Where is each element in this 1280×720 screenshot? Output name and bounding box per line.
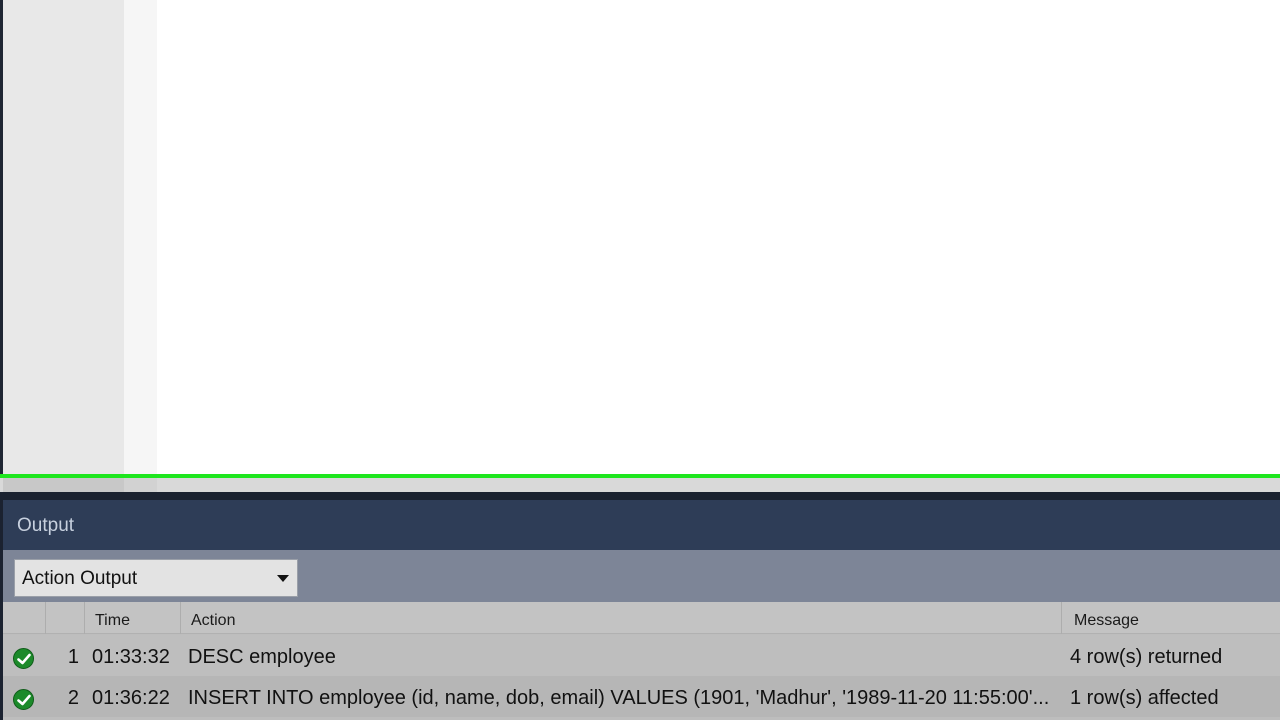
success-check-icon: [13, 689, 34, 710]
output-panel-header: Output: [0, 500, 1280, 550]
table-row[interactable]: 1 01:33:32 DESC employee 4 row(s) return…: [3, 635, 1280, 676]
row-number: 2: [67, 687, 79, 709]
panel-separator: [0, 492, 1280, 500]
scrollbar-fold-segment: [124, 478, 157, 492]
row-message: 4 row(s) returned: [1070, 646, 1223, 668]
column-separator[interactable]: [180, 602, 181, 634]
success-check-icon: [13, 648, 34, 669]
action-output-dropdown-label: Action Output: [22, 568, 138, 589]
column-separator[interactable]: [84, 602, 85, 634]
output-panel-title: Output: [17, 515, 75, 536]
row-time: 01:33:32: [92, 646, 170, 668]
column-separator[interactable]: [1061, 602, 1062, 634]
row-time: 01:36:22: [92, 687, 170, 709]
column-header-time[interactable]: Time: [95, 612, 130, 630]
row-number: 1: [67, 646, 79, 668]
workbench-window: Output Action Output Time Action Message…: [0, 0, 1280, 720]
output-toolbar: Action Output: [0, 550, 1280, 602]
editor-fold-gutter: [124, 0, 157, 476]
table-row[interactable]: 2 01:36:22 INSERT INTO employee (id, nam…: [3, 676, 1280, 717]
sql-editor[interactable]: [157, 0, 1280, 476]
editor-line-number-gutter: [3, 0, 124, 476]
action-output-grid: Time Action Message 1 01:33:32 DESC empl…: [0, 602, 1280, 720]
editor-horizontal-scrollbar[interactable]: [0, 478, 1280, 492]
row-action: INSERT INTO employee (id, name, dob, ema…: [188, 687, 1050, 709]
column-header-action[interactable]: Action: [191, 612, 235, 630]
column-header-message[interactable]: Message: [1074, 612, 1139, 630]
row-message: 1 row(s) affected: [1070, 687, 1219, 709]
row-action: DESC employee: [188, 646, 336, 668]
scrollbar-gutter-segment: [3, 478, 124, 492]
column-separator[interactable]: [45, 602, 46, 634]
action-output-dropdown[interactable]: Action Output: [14, 559, 298, 597]
chevron-down-icon: [277, 575, 289, 582]
grid-header: Time Action Message: [3, 602, 1280, 634]
